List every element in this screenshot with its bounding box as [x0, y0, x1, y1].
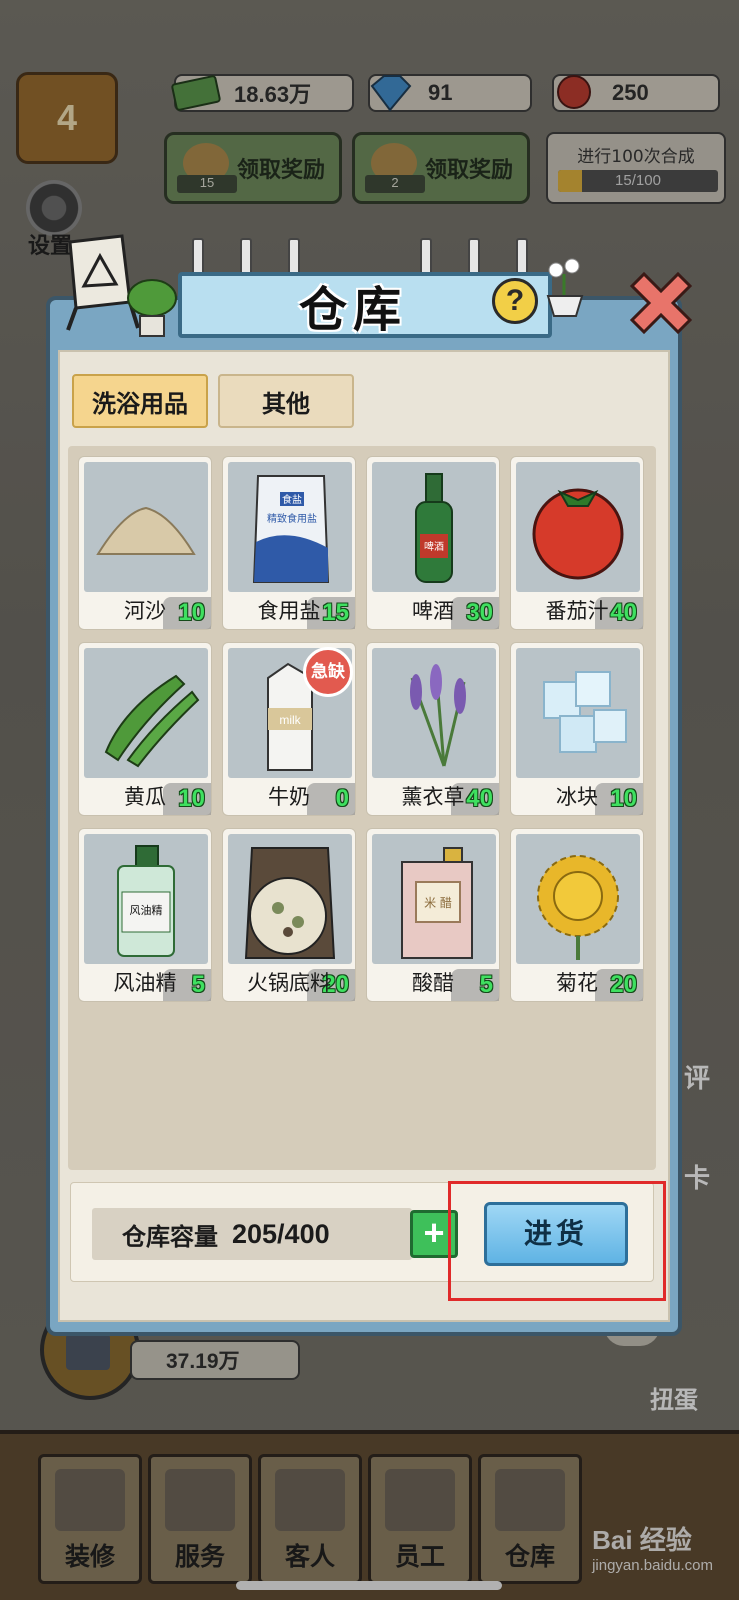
warehouse-capacity: 仓库容量 205/400: [92, 1208, 412, 1260]
cucumber-icon: [84, 648, 208, 778]
chrysanthemum-icon: [516, 834, 640, 964]
tab-toiletries[interactable]: 洗浴用品: [72, 374, 208, 428]
item-name: 番茄汁: [545, 599, 609, 623]
question-icon[interactable]: ?: [492, 278, 538, 324]
item-name: 食用盐: [257, 599, 321, 623]
item-name: 冰块: [556, 785, 598, 809]
item-name: 酸醋: [412, 971, 454, 995]
item-card-ice[interactable]: 10 冰块: [510, 642, 644, 816]
item-name: 黄瓜: [124, 785, 166, 809]
item-card-cucumber[interactable]: 10 黄瓜: [78, 642, 212, 816]
oil-bottle-label: 风油精: [130, 903, 163, 917]
item-name: 牛奶: [268, 785, 310, 809]
item-card-beer[interactable]: 啤酒 30 啤酒: [366, 456, 500, 630]
item-card-essential-oil[interactable]: 风油精 5 风油精: [78, 828, 212, 1002]
potted-plant-icon: [127, 279, 177, 337]
item-card-salt[interactable]: 食盐 精致食用盐 15 食用盐: [222, 456, 356, 630]
sand-pile-icon: [84, 462, 208, 592]
tutorial-highlight-box: [448, 1181, 666, 1301]
tab-label: 洗浴用品: [92, 389, 188, 418]
salt-bag-brand: 食盐: [282, 493, 302, 506]
capacity-value: 205/400: [232, 1218, 330, 1249]
item-name: 菊花: [556, 971, 598, 995]
item-card-hotpot-base[interactable]: 20 火锅底料: [222, 828, 356, 1002]
vinegar-jug-icon: 米 醋: [372, 834, 496, 964]
item-name: 啤酒: [412, 599, 454, 623]
item-card-tomato-juice[interactable]: 40 番茄汁: [510, 456, 644, 630]
item-card-chrysanthemum[interactable]: 20 菊花: [510, 828, 644, 1002]
item-card-vinegar[interactable]: 米 醋 5 酸醋: [366, 828, 500, 1002]
tomato-icon: [516, 462, 640, 592]
urgent-badge: 急缺: [303, 647, 353, 697]
flower-pot-icon: [546, 258, 584, 317]
item-name: 火锅底料: [247, 971, 331, 995]
item-card-lavender[interactable]: 40 薰衣草: [366, 642, 500, 816]
item-card-sand[interactable]: 10 河沙: [78, 456, 212, 630]
item-name: 薰衣草: [401, 785, 465, 809]
ice-cube-icon: [516, 648, 640, 778]
lavender-icon: [372, 648, 496, 778]
milk-carton-label: milk: [279, 713, 301, 727]
vinegar-label: 米 醋: [424, 895, 452, 910]
dialog-title: 仓库: [298, 282, 407, 338]
oil-bottle-icon: 风油精: [84, 834, 208, 964]
capacity-label: 仓库容量: [122, 1222, 218, 1251]
hotpot-base-icon: [228, 834, 352, 964]
beer-label: 啤酒: [424, 541, 444, 553]
item-name: 风油精: [113, 971, 177, 995]
salt-bag-icon: 食盐 精致食用盐: [228, 462, 352, 592]
tab-label: 其他: [262, 389, 310, 418]
beer-bottle-icon: 啤酒: [372, 462, 496, 592]
tab-others[interactable]: 其他: [218, 374, 354, 428]
close-icon[interactable]: [626, 268, 696, 338]
item-card-milk[interactable]: milk 急缺 0 牛奶: [222, 642, 356, 816]
salt-bag-label: 精致食用盐: [267, 512, 317, 525]
item-name: 河沙: [124, 599, 166, 623]
